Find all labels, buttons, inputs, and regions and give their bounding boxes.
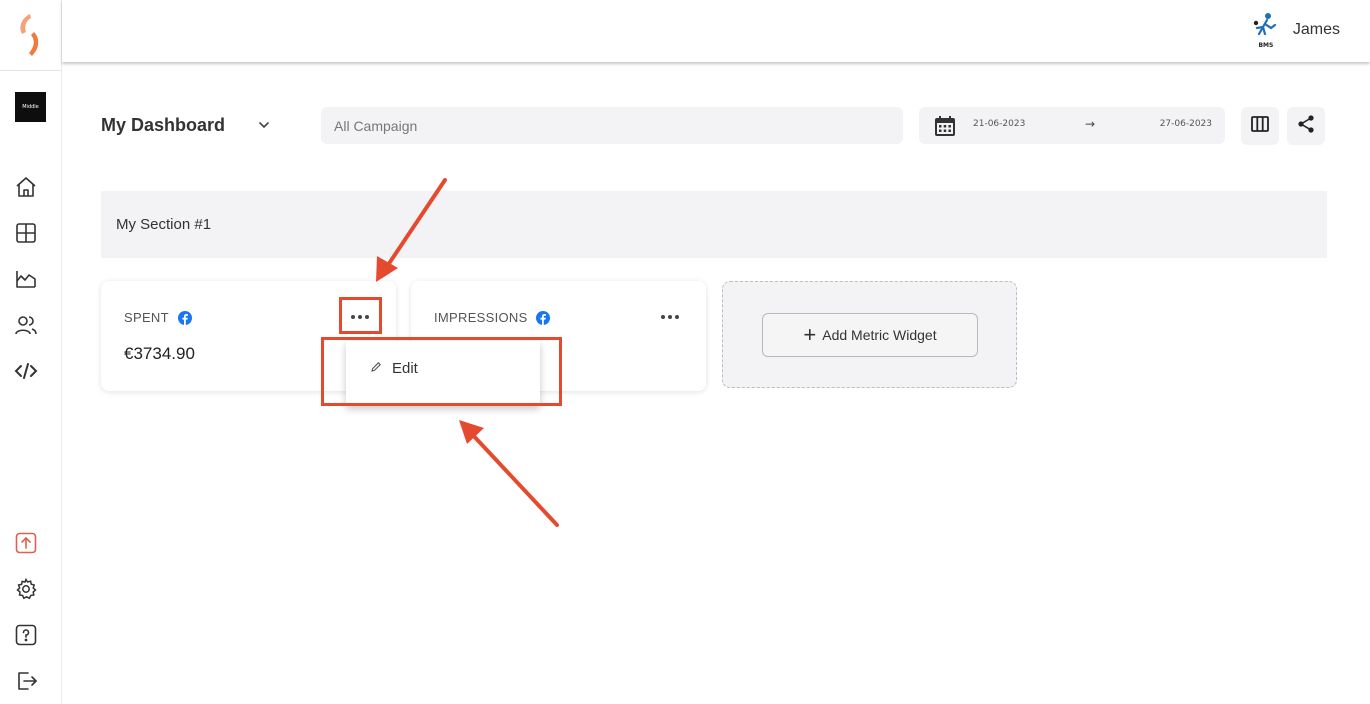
dashboard-grid-icon[interactable] [14,221,38,245]
sidebar-divider [0,70,61,71]
chevron-down-icon[interactable] [256,117,272,133]
section-title: My Section #1 [116,216,212,233]
top-bar: BMS James [62,0,1370,62]
dashboard-title[interactable]: My Dashboard [101,115,225,136]
metric-card-value: €3734.90 [124,344,195,363]
add-metric-widget-button[interactable]: + Add Metric Widget [762,313,978,357]
share-icon [1296,114,1316,138]
area-chart-icon[interactable] [14,267,38,291]
sidebar: Middle [0,0,62,704]
app-root: Middle BMS James My Dashboard All Campai… [0,0,1370,704]
section-header[interactable]: My Section #1 [101,191,1327,258]
annotation-highlight-edit [321,337,562,406]
calendar-icon [933,114,957,138]
more-dot-icon [661,315,665,319]
facebook-icon [536,310,550,325]
user-avatar: BMS [1251,12,1281,49]
columns-button[interactable] [1241,107,1279,145]
add-widget-placeholder: + Add Metric Widget [722,281,1017,388]
user-menu[interactable]: BMS James [1251,12,1340,49]
share-button[interactable] [1287,107,1325,145]
user-name: James [1292,21,1340,38]
brand-thumbnail-label: Middle [22,104,39,110]
code-icon[interactable] [14,359,38,383]
brand-thumbnail[interactable]: Middle [15,92,46,122]
plus-icon: + [803,322,817,347]
users-icon[interactable] [14,313,38,337]
annotation-highlight-more [339,297,382,334]
metric-card-title: SPENT [124,310,169,325]
gear-icon[interactable] [14,577,38,601]
help-icon[interactable] [14,623,38,647]
date-arrow: → [1085,117,1096,131]
date-from[interactable]: 21-06-2023 [973,119,1025,129]
campaign-select[interactable]: All Campaign [321,107,903,144]
logout-icon[interactable] [14,669,38,693]
user-avatar-label: BMS [1258,42,1274,49]
home-icon[interactable] [14,175,38,199]
date-to[interactable]: 27-06-2023 [1160,119,1212,129]
upload-icon[interactable] [14,531,38,555]
date-range-picker[interactable]: 21-06-2023 → 27-06-2023 [919,107,1225,144]
metric-card-title: IMPRESSIONS [434,310,528,325]
more-dot-icon [668,315,672,319]
add-metric-widget-label: Add Metric Widget [822,327,937,343]
campaign-select-label: All Campaign [334,117,418,134]
facebook-icon [178,310,192,325]
runner-logo-icon [1253,13,1276,36]
app-logo[interactable] [14,10,48,60]
more-dot-icon [675,315,679,319]
annotation-arrow-up [459,420,559,527]
columns-icon [1250,114,1270,138]
card-more-button[interactable] [657,307,683,327]
